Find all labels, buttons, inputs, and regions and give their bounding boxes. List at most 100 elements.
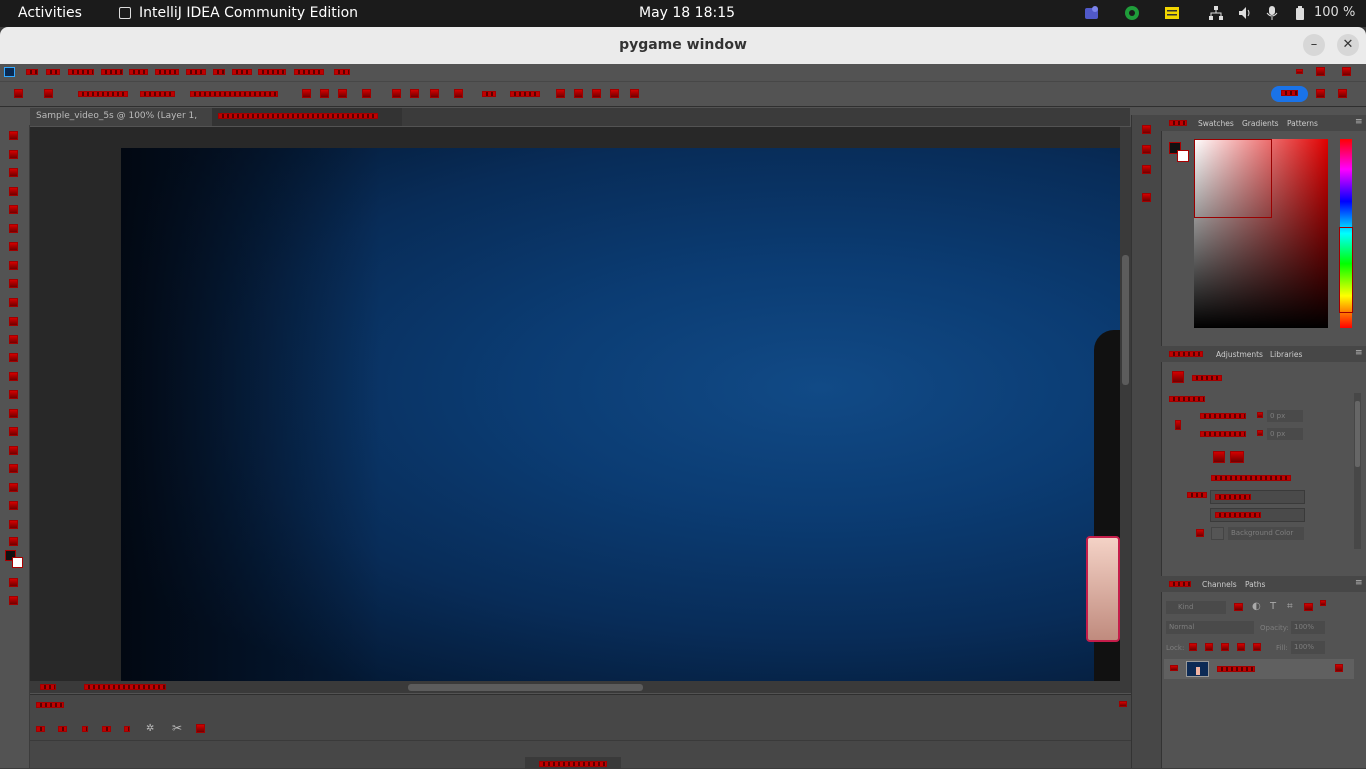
tool-icon[interactable] — [9, 150, 18, 159]
transform-section[interactable] — [1169, 396, 1205, 402]
window-title-bar[interactable]: pygame window – ✕ — [0, 27, 1366, 64]
filter-smart-icon[interactable] — [1304, 603, 1313, 611]
next-frame-icon[interactable] — [102, 726, 111, 732]
minimize-icon[interactable]: – — [1303, 34, 1325, 56]
panel-menu-icon[interactable]: ≡ — [1355, 578, 1363, 588]
background-color-swatch[interactable] — [1177, 150, 1189, 162]
tab-layers[interactable] — [1169, 581, 1191, 587]
search-icon[interactable] — [1316, 89, 1325, 98]
tab-gradients[interactable]: Gradients — [1242, 119, 1279, 128]
filter-pixel-icon[interactable] — [1234, 603, 1243, 611]
menu-item[interactable] — [232, 69, 252, 75]
tool-icon[interactable] — [9, 224, 18, 233]
tab-libraries[interactable]: Libraries — [1270, 350, 1302, 359]
menu-item[interactable] — [68, 69, 94, 75]
flip-vertical-icon[interactable] — [1230, 451, 1244, 463]
tool-icon[interactable] — [9, 279, 18, 288]
properties-icon[interactable] — [1142, 165, 1151, 174]
tool-icon[interactable] — [9, 464, 18, 473]
tool-icon[interactable] — [9, 131, 18, 140]
menu-item[interactable] — [186, 69, 206, 75]
move-icon[interactable] — [44, 89, 53, 98]
activities-button[interactable]: Activities — [18, 5, 82, 21]
lock-transparency-icon[interactable] — [1189, 643, 1197, 651]
tool-icon[interactable] — [9, 596, 18, 605]
more-icon[interactable] — [482, 91, 496, 97]
slide-icon[interactable] — [610, 89, 619, 98]
close-icon[interactable]: ✕ — [1337, 34, 1359, 56]
panel-menu-icon[interactable]: ≡ — [1355, 348, 1363, 358]
3d-mode-label[interactable] — [510, 91, 540, 97]
tab-swatches[interactable]: Swatches — [1198, 119, 1234, 128]
tool-icon[interactable] — [9, 353, 18, 362]
orientation-dropdown[interactable] — [1210, 490, 1305, 504]
character-icon[interactable] — [1142, 193, 1151, 202]
vertical-scrollbar[interactable] — [1120, 127, 1131, 682]
auto-select-label[interactable] — [78, 91, 128, 97]
y-field[interactable]: 0 px — [1267, 428, 1303, 440]
vertical-scroll-thumb[interactable] — [1122, 255, 1129, 385]
align-icon[interactable] — [302, 89, 311, 98]
align-icon[interactable] — [454, 89, 463, 98]
prev-frame-icon[interactable] — [58, 726, 67, 732]
align-icon[interactable] — [430, 89, 439, 98]
lock-position-icon[interactable] — [1221, 643, 1229, 651]
menu-item[interactable] — [46, 69, 60, 75]
app-menu[interactable]: IntelliJ IDEA Community Edition — [139, 5, 358, 21]
tab-channels[interactable]: Channels — [1202, 580, 1237, 589]
tool-icon[interactable] — [9, 261, 18, 270]
menu-item[interactable] — [155, 69, 179, 75]
x-field[interactable]: 0 px — [1267, 410, 1303, 422]
layer-name[interactable] — [1217, 666, 1255, 672]
pan-icon[interactable] — [592, 89, 601, 98]
tool-icon[interactable] — [9, 520, 18, 529]
panel-menu-icon[interactable]: ≡ — [1355, 117, 1363, 127]
toolbar-background-swatch[interactable] — [12, 557, 23, 568]
roll-icon[interactable] — [574, 89, 583, 98]
menu-item[interactable] — [213, 69, 225, 75]
layer-filter-kind[interactable]: Kind — [1166, 601, 1226, 614]
panel-menu-icon[interactable] — [1119, 701, 1127, 707]
orbit-icon[interactable] — [556, 89, 565, 98]
tool-icon[interactable] — [9, 483, 18, 492]
filter-type-icon[interactable]: T — [1270, 601, 1276, 612]
align-icon[interactable] — [410, 89, 419, 98]
show-transform-controls[interactable] — [190, 91, 278, 97]
play-icon[interactable] — [82, 726, 88, 732]
fill-field[interactable]: 100% — [1291, 641, 1325, 654]
background-color-chip[interactable] — [1211, 527, 1224, 540]
tool-icon[interactable] — [9, 390, 18, 399]
tool-icon[interactable] — [9, 187, 18, 196]
minimize-icon[interactable] — [1296, 69, 1303, 74]
close-icon[interactable] — [1342, 67, 1351, 76]
notes-icon[interactable] — [1164, 5, 1180, 25]
width-field[interactable] — [1200, 413, 1246, 419]
tool-icon[interactable] — [9, 578, 18, 587]
tab-patterns[interactable]: Patterns — [1287, 119, 1318, 128]
scale-icon[interactable] — [630, 89, 639, 98]
tab-properties[interactable] — [1169, 351, 1203, 357]
align-icon[interactable] — [392, 89, 401, 98]
horizontal-scroll-thumb[interactable] — [408, 684, 643, 691]
tab-adjustments[interactable]: Adjustments — [1216, 350, 1263, 359]
blend-mode-dropdown[interactable]: Normal — [1166, 621, 1254, 634]
battery-icon[interactable] — [1294, 5, 1306, 25]
teams-icon[interactable] — [1084, 5, 1100, 25]
tool-preset-icon[interactable] — [14, 89, 23, 98]
filter-adjustment-icon[interactable]: ◐ — [1252, 601, 1261, 612]
tool-icon[interactable] — [9, 168, 18, 177]
tab-document[interactable]: Sample_video_5s @ 100% (Layer 1, RGB/8) — [30, 108, 212, 138]
audio-icon[interactable] — [124, 726, 130, 732]
history-icon[interactable] — [1142, 125, 1151, 134]
align-icon[interactable] — [338, 89, 347, 98]
layer-options-icon[interactable] — [1335, 664, 1343, 672]
split-icon[interactable]: ✂ — [172, 721, 182, 735]
lock-artboard-icon[interactable] — [1237, 643, 1245, 651]
menu-item[interactable] — [258, 69, 286, 75]
mic-icon[interactable] — [1264, 5, 1280, 25]
tab-color[interactable] — [1169, 120, 1187, 126]
tool-icon[interactable] — [9, 317, 18, 326]
tab-second-document[interactable] — [212, 108, 402, 126]
lock-all-icon[interactable] — [1253, 643, 1261, 651]
align-icon[interactable] — [320, 89, 329, 98]
